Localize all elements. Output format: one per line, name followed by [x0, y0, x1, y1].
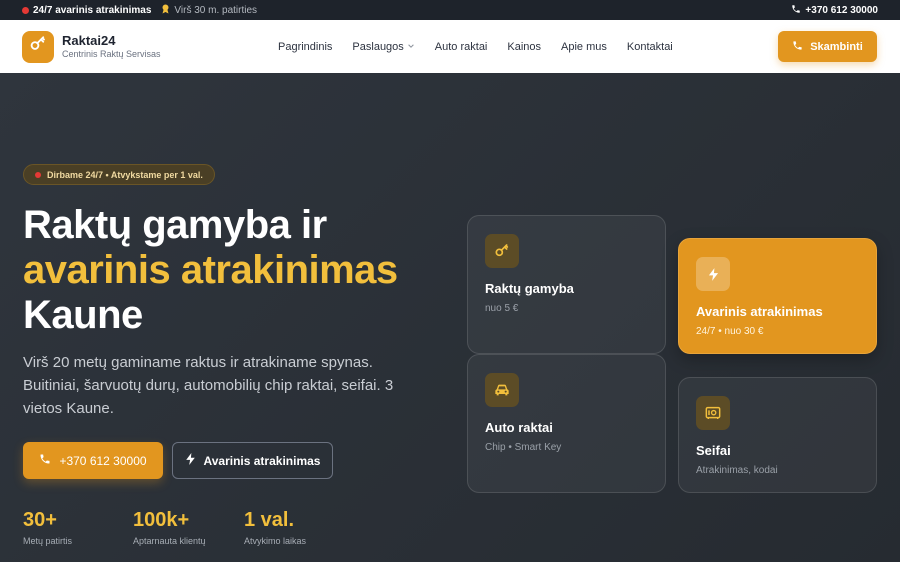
alert-text: 24/7 avarinis atrakinimas: [33, 4, 152, 16]
title-line-1: Raktų gamyba ir: [23, 203, 327, 247]
nav-item-about[interactable]: Apie mus: [561, 41, 607, 53]
stat-clients: 100k+ Aptarnauta klientų: [133, 509, 206, 546]
service-card-subtitle: Chip • Smart Key: [485, 442, 562, 453]
stat-value: 100k+: [133, 509, 190, 531]
stat-arrival: 1 val. Atvykimo laikas: [244, 509, 306, 546]
service-card-key-making[interactable]: Raktų gamyba nuo 5 €: [467, 215, 666, 354]
medal-icon: [161, 4, 170, 17]
hero-section: Dirbame 24/7 • Atvykstame per 1 val. Rak…: [0, 73, 900, 562]
hero-description: Virš 20 metų gaminame raktus ir atrakina…: [23, 354, 394, 417]
top-bar: 24/7 avarinis atrakinimas Virš 30 m. pat…: [0, 0, 900, 20]
nav-item-services-label: Paslaugos: [352, 40, 404, 53]
safe-icon: [696, 396, 730, 430]
title-line-3: Kaune: [23, 293, 143, 337]
title-accent: avarinis atrakinimas: [23, 248, 398, 292]
brand-name: Raktai24: [62, 33, 116, 48]
service-card-title: Raktų gamyba: [485, 281, 574, 296]
nav-item-auto-keys[interactable]: Auto raktai: [435, 41, 488, 53]
nav-item-prices[interactable]: Kainos: [507, 41, 541, 53]
service-card-title: Seifai: [696, 443, 731, 458]
emergency-unlock-button[interactable]: Avarinis atrakinimas: [172, 442, 333, 479]
site-header: Raktai24 Centrinis Raktų Servisas Pagrin…: [0, 20, 900, 73]
chevron-down-icon: [407, 41, 415, 53]
nav-item-home[interactable]: Pagrindinis: [278, 41, 332, 53]
service-card-safes[interactable]: Seifai Atrakinimas, kodai: [678, 377, 877, 493]
service-card-subtitle: Atrakinimas, kodai: [696, 465, 778, 476]
nav-item-contacts[interactable]: Kontaktai: [627, 41, 673, 53]
logo[interactable]: [22, 30, 54, 63]
alert-item: 24/7 avarinis atrakinimas: [22, 5, 151, 16]
call-button-label: Skambinti: [810, 40, 863, 53]
experience-item: Virš 30 m. patirties: [161, 4, 257, 17]
service-card-subtitle: nuo 5 €: [485, 303, 519, 314]
stat-label: Aptarnauta klientų: [133, 536, 206, 546]
stat-value: 1 val.: [244, 509, 295, 531]
status-badge-text: Dirbame 24/7 • Atvykstame per 1 val.: [47, 169, 203, 180]
call-button[interactable]: Skambinti: [778, 31, 877, 62]
service-card-emergency[interactable]: Avarinis atrakinimas 24/7 • nuo 30 €: [678, 238, 877, 354]
brand-subtitle: Centrinis Raktų Servisas: [62, 49, 161, 59]
phone-icon: [791, 4, 801, 17]
lightning-icon: [185, 453, 196, 468]
service-card-subtitle: 24/7 • nuo 30 €: [696, 326, 764, 337]
main-nav: Pagrindinis Paslaugos Auto raktai Kainos…: [278, 20, 673, 73]
nav-item-services[interactable]: Paslaugos: [352, 41, 414, 53]
service-card-title: Avarinis atrakinimas: [696, 304, 823, 319]
stat-value: 30+: [23, 509, 57, 531]
brand: Raktai24 Centrinis Raktų Servisas: [62, 33, 161, 60]
phone-call-button-label: +370 612 30000: [59, 453, 147, 468]
top-bar-left: 24/7 avarinis atrakinimas Virš 30 m. pat…: [22, 4, 257, 17]
stat-label: Metų patirtis: [23, 536, 73, 546]
car-icon: [485, 373, 519, 407]
page-title: Raktų gamyba ir avarinis atrakinimas Kau…: [23, 203, 398, 338]
experience-text: Virš 30 m. patirties: [174, 4, 258, 16]
emergency-unlock-button-label: Avarinis atrakinimas: [203, 453, 321, 468]
service-card-title: Auto raktai: [485, 420, 553, 435]
top-phone-link[interactable]: +370 612 30000: [791, 4, 878, 17]
top-phone-number: +370 612 30000: [805, 4, 878, 16]
alert-dot: [22, 6, 29, 14]
key-icon: [29, 35, 47, 58]
status-badge: Dirbame 24/7 • Atvykstame per 1 val.: [23, 164, 215, 185]
phone-call-button[interactable]: +370 612 30000: [23, 442, 163, 479]
stat-experience: 30+ Metų patirtis: [23, 509, 72, 546]
key-icon: [485, 234, 519, 268]
lightning-icon: [696, 257, 730, 291]
phone-icon: [792, 40, 803, 54]
stat-label: Atvykimo laikas: [244, 536, 307, 546]
status-dot: [35, 171, 41, 178]
service-card-auto-keys[interactable]: Auto raktai Chip • Smart Key: [467, 354, 666, 493]
phone-icon: [39, 453, 51, 468]
